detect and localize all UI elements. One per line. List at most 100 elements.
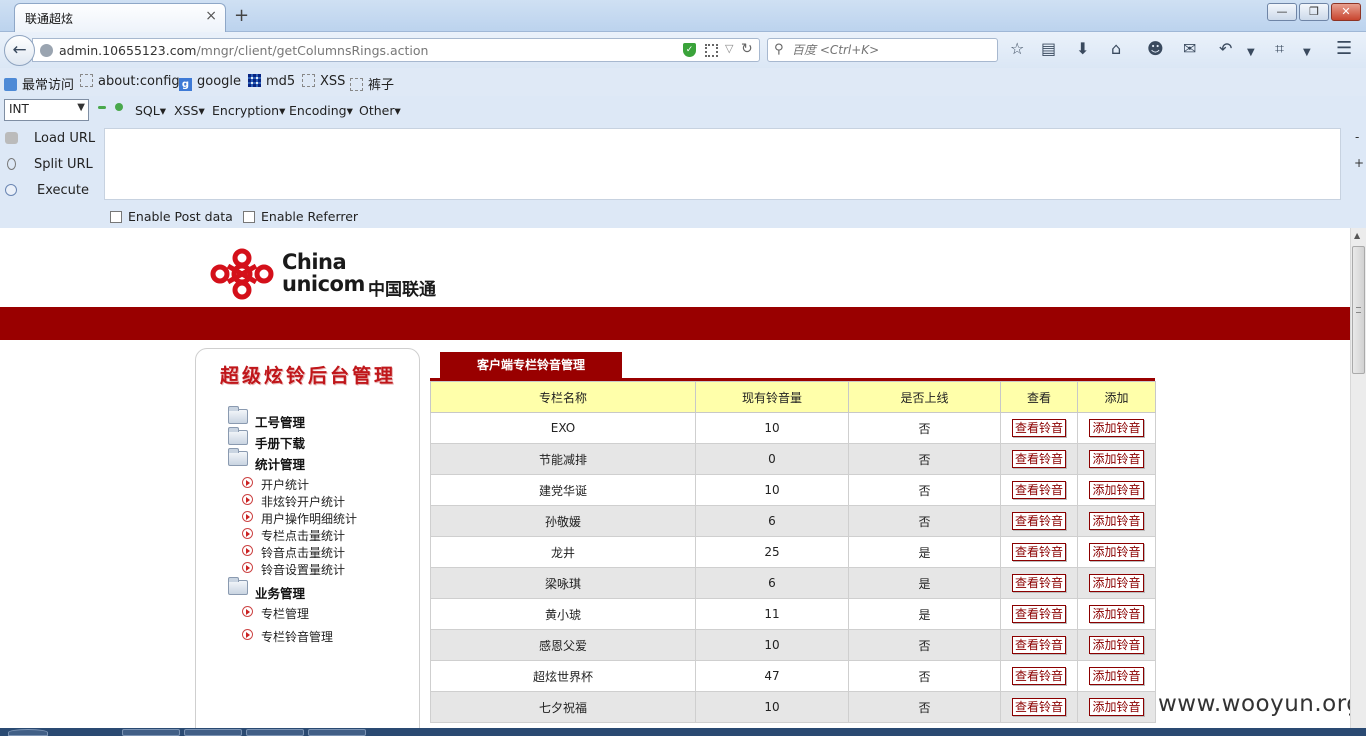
add-rings-button[interactable]: 添加铃音 — [1089, 481, 1144, 499]
scroll-up-icon[interactable]: ▲ — [1354, 231, 1360, 240]
undo-dropdown-icon[interactable]: ▼ — [1247, 44, 1255, 62]
view-rings-button[interactable]: 查看铃音 — [1011, 450, 1066, 468]
add-rings-button[interactable]: 添加铃音 — [1089, 512, 1144, 530]
bookmark-most-visited[interactable]: 最常访问 — [4, 74, 74, 93]
grid-icon — [248, 74, 261, 87]
scrollbar-thumb[interactable] — [1352, 246, 1365, 374]
add-rings-button[interactable]: 添加铃音 — [1089, 636, 1144, 654]
navigation-toolbar: admin.10655123.com/mngr/client/getColumn… — [0, 32, 1366, 68]
arrow-bullet-icon — [242, 528, 253, 539]
taskbar-item[interactable] — [122, 729, 180, 736]
qrcode-icon[interactable] — [705, 44, 718, 57]
tab-close-icon[interactable]: × — [205, 8, 217, 24]
view-rings-button[interactable]: 查看铃音 — [1011, 636, 1066, 654]
window-minimize-button[interactable]: — — [1267, 3, 1297, 21]
search-input[interactable] — [792, 41, 992, 59]
os-taskbar — [0, 728, 1366, 736]
grow-button[interactable]: + — [1354, 156, 1364, 170]
hackbar-url-textarea[interactable] — [104, 128, 1341, 200]
crop-icon[interactable]: ⌗ — [1275, 40, 1284, 58]
page-scrollbar[interactable]: ▲ — [1350, 228, 1366, 728]
reload-icon[interactable]: ↻ — [741, 41, 753, 57]
add-rings-button[interactable]: 添加铃音 — [1089, 698, 1144, 716]
menu-item-label: 用户操作明细统计 — [261, 512, 358, 526]
bookmark-star-icon[interactable]: ☆ — [1010, 40, 1024, 58]
view-rings-button[interactable]: 查看铃音 — [1011, 698, 1066, 716]
search-bar[interactable]: ⚲ — [767, 38, 998, 62]
view-rings-button[interactable]: 查看铃音 — [1011, 543, 1066, 561]
add-rings-button[interactable]: 添加铃音 — [1089, 605, 1144, 623]
menu-encoding[interactable]: Encoding▾ — [289, 103, 353, 118]
view-rings-button[interactable]: 查看铃音 — [1011, 512, 1066, 530]
cell-column-name: 超炫世界杯 — [430, 660, 696, 692]
cell-column-name: 感恩父爱 — [430, 629, 696, 661]
download-icon[interactable]: ⬇ — [1076, 40, 1089, 58]
crop-dropdown-icon[interactable]: ▼ — [1303, 44, 1311, 62]
view-rings-button[interactable]: 查看铃音 — [1011, 605, 1066, 623]
add-rings-button[interactable]: 添加铃音 — [1089, 574, 1144, 592]
menu-item-label: 专栏管理 — [261, 607, 310, 621]
cell-view: 查看铃音 — [1000, 660, 1078, 692]
minus-icon[interactable] — [98, 106, 106, 109]
home-icon[interactable]: ⌂ — [1111, 40, 1121, 58]
start-button[interactable] — [8, 729, 48, 736]
reading-list-icon[interactable]: ▤ — [1041, 40, 1056, 58]
menu-icon[interactable]: ☰ — [1336, 40, 1352, 58]
browser-tab[interactable]: 联通超炫 × — [14, 3, 226, 32]
execute-button[interactable]: Execute — [0, 180, 100, 202]
url-text[interactable]: admin.10655123.com/mngr/client/getColumn… — [59, 43, 428, 58]
watermark-text: www.wooyun.org — [1158, 691, 1362, 717]
menu-item-label: 专栏点击量统计 — [261, 529, 346, 543]
add-rings-button[interactable]: 添加铃音 — [1089, 450, 1144, 468]
add-rings-button[interactable]: 添加铃音 — [1089, 667, 1144, 685]
add-rings-button[interactable]: 添加铃音 — [1089, 419, 1144, 437]
taskbar-item[interactable] — [184, 729, 242, 736]
enable-post-checkbox[interactable]: Enable Post data — [110, 209, 233, 224]
address-bar[interactable]: admin.10655123.com/mngr/client/getColumn… — [32, 38, 760, 62]
china-unicom-logo[interactable]: China unicom 中国联通 — [208, 246, 448, 302]
bookmark-xss[interactable]: XSS — [302, 74, 345, 89]
menu-sql[interactable]: SQL▾ — [135, 103, 166, 118]
bookmark-kuzi[interactable]: 裤子 — [350, 74, 394, 93]
window-close-button[interactable]: ✕ — [1331, 3, 1361, 21]
bookmark-label: XSS — [320, 74, 346, 89]
shield-icon[interactable]: ✓ — [683, 43, 696, 57]
cell-view: 查看铃音 — [1000, 536, 1078, 568]
emoji-icon[interactable]: ☻ — [1147, 40, 1164, 58]
menu-other[interactable]: Other▾ — [359, 103, 401, 118]
add-rings-button[interactable]: 添加铃音 — [1089, 543, 1144, 561]
cell-add: 添加铃音 — [1077, 660, 1156, 692]
cell-view: 查看铃音 — [1000, 474, 1078, 506]
view-rings-button[interactable]: 查看铃音 — [1011, 481, 1066, 499]
view-rings-button[interactable]: 查看铃音 — [1011, 574, 1066, 592]
taskbar-item[interactable] — [308, 729, 366, 736]
table-row: 七夕祝福 10 否查看铃音 添加铃音 — [430, 691, 1156, 723]
new-tab-button[interactable]: + — [234, 5, 249, 26]
plus-icon[interactable] — [115, 103, 123, 111]
chat-icon[interactable]: ✉ — [1183, 40, 1196, 58]
taskbar-item[interactable] — [246, 729, 304, 736]
menu-encryption[interactable]: Encryption▾ — [212, 103, 285, 118]
menu-xss[interactable]: XSS▾ — [174, 103, 205, 118]
arrow-bullet-icon — [242, 606, 253, 617]
page-content: China unicom 中国联通 超级炫铃后台管理 工号管理 手册下载 统计管… — [0, 228, 1350, 728]
menu-sql-label: SQL — [135, 103, 160, 118]
view-rings-button[interactable]: 查看铃音 — [1011, 419, 1066, 437]
split-url-button[interactable]: Split URL — [0, 154, 100, 176]
url-dropdown-icon[interactable]: ▽ — [725, 42, 733, 55]
cell-ring-count: 11 — [695, 598, 849, 630]
type-select[interactable]: INT ▼ — [4, 99, 89, 121]
view-rings-button[interactable]: 查看铃音 — [1011, 667, 1066, 685]
load-url-icon — [5, 132, 18, 144]
bookmark-google[interactable]: g google — [179, 74, 241, 91]
undo-icon[interactable]: ↶ — [1219, 40, 1232, 58]
load-url-button[interactable]: Load URL — [0, 128, 100, 150]
window-maximize-button[interactable]: ❐ — [1299, 3, 1329, 21]
bookmark-md5[interactable]: md5 — [248, 74, 295, 89]
back-button[interactable]: ← — [4, 35, 35, 66]
bookmark-about-config[interactable]: about:config — [80, 74, 180, 89]
shrink-button[interactable]: - — [1355, 130, 1359, 144]
cell-add: 添加铃音 — [1077, 443, 1156, 475]
menu-item-label: 开户统计 — [261, 478, 310, 492]
enable-referrer-checkbox[interactable]: Enable Referrer — [243, 209, 358, 224]
